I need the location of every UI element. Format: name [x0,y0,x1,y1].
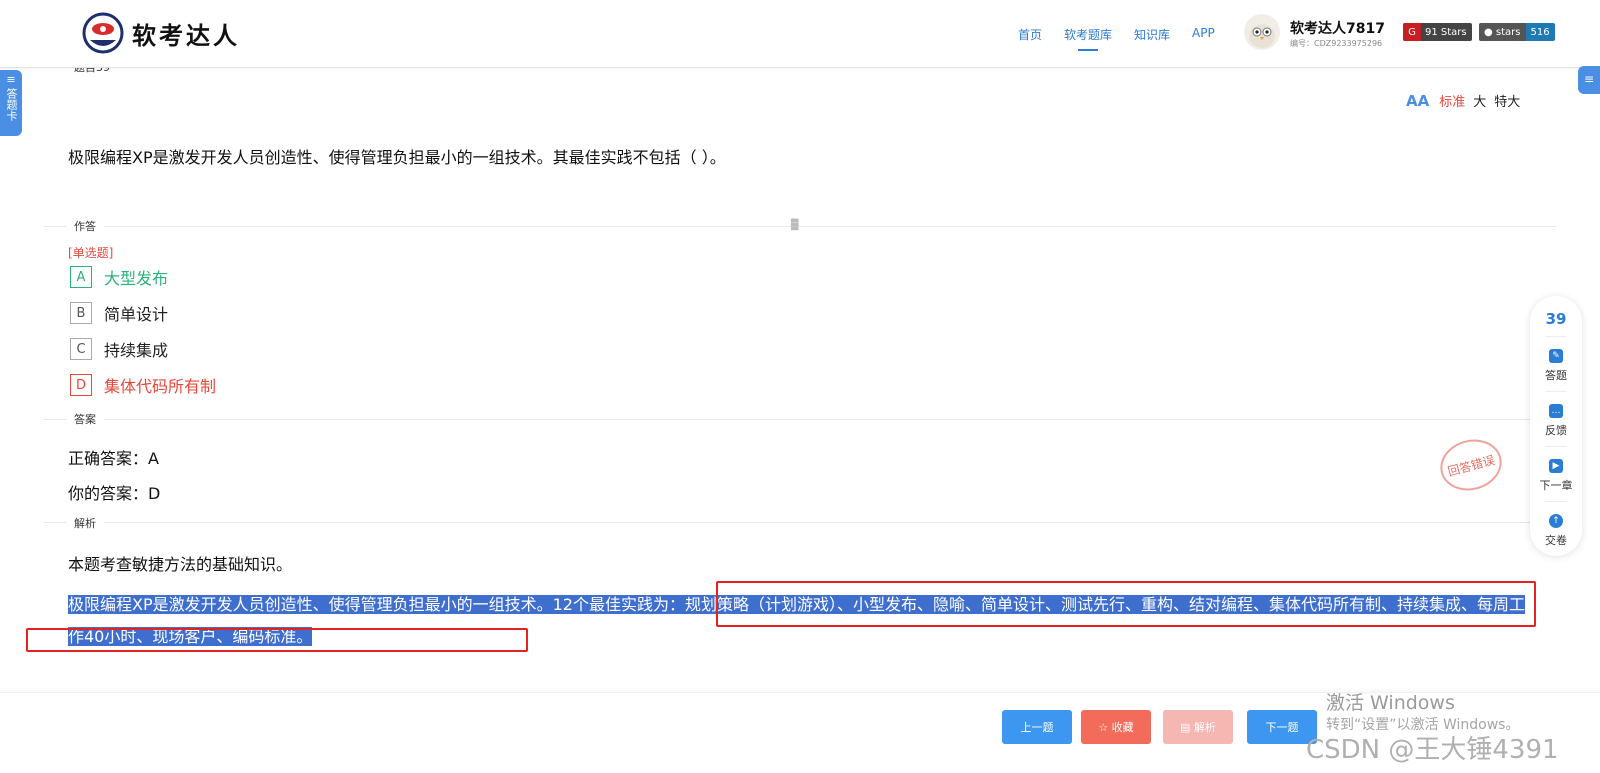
answer-card-tab[interactable]: ≡ 答题卡 [0,70,22,136]
nav-knowledge-base[interactable]: 知识库 [1134,26,1170,43]
correct-answer: 正确答案：A [68,449,159,468]
answer-sheet-button[interactable]: ✎ 答题 [1530,349,1582,383]
current-question-number: 39 [1545,310,1567,328]
option-key: D [70,374,92,396]
option-key: C [70,338,92,360]
gitee-stars-text: 91 Stars [1425,26,1467,38]
option-text: 集体代码所有制 [104,377,217,396]
option-a[interactable]: A 大型发布 [70,265,168,289]
option-text: 大型发布 [104,269,169,288]
logo-text: 软考达人 [132,21,240,50]
font-size-large[interactable]: 大 [1473,91,1486,110]
floating-tool-panel: 39 ✎ 答题 … 反馈 ▶ 下一章 ↑ 交卷 [1530,296,1582,556]
page: 软考达人 首页 软考题库 知识库 APP 软考达人7817 编号：CDZ9233… [0,0,1600,773]
menu-icon: ≡ [6,73,16,86]
menu-icon: ≡ [1583,72,1595,86]
user-name[interactable]: 软考达人7817 [1290,18,1385,38]
font-size-xlarge[interactable]: 特大 [1494,91,1520,110]
github-stars-badge[interactable]: ● stars 516 [1479,23,1555,41]
answer-section-label: 作答 [66,218,104,234]
nav-app[interactable]: APP [1192,26,1215,43]
option-d[interactable]: D 集体代码所有制 [70,373,216,397]
github-icon: ● [1484,26,1496,38]
feedback-button[interactable]: … 反馈 [1530,404,1582,438]
resize-handle-icon[interactable]: ▬ ▬ ▬ [790,216,808,234]
favorite-button[interactable]: ☆ 收藏 [1081,710,1151,744]
answer-sheet-label: 答题 [1545,369,1567,382]
font-size-switcher: AA 标准 大 特大 [1406,91,1528,111]
next-chapter-button[interactable]: ▶ 下一章 [1530,459,1582,493]
font-size-standard[interactable]: 标准 [1439,91,1465,110]
option-b[interactable]: B 简单设计 [70,301,168,325]
nav-question-bank[interactable]: 软考题库 [1064,26,1112,51]
option-key: B [70,302,92,324]
next-chapter-label: 下一章 [1539,479,1573,492]
font-size-icon: AA [1406,91,1430,110]
github-stars-count: 516 [1525,23,1555,41]
option-text: 持续集成 [104,341,169,360]
divider [44,522,1556,523]
option-c[interactable]: C 持续集成 [70,337,168,361]
github-stars-label: ● stars [1479,23,1526,41]
logo-icon [82,12,124,54]
analysis-button[interactable]: ▤ 解析 [1163,710,1233,744]
option-text: 简单设计 [104,305,169,324]
divider [44,419,1556,420]
feedback-label: 反馈 [1545,424,1567,437]
annotation-box-1 [716,581,1536,627]
submit-paper-button[interactable]: ↑ 交卷 [1530,514,1582,548]
main-nav: 首页 软考题库 知识库 APP [1018,26,1237,51]
divider [1545,391,1567,392]
gitee-stars-badge[interactable]: G 91 Stars [1403,23,1472,41]
next-icon: ▶ [1549,459,1563,473]
question-type: [单选题] [68,246,114,260]
divider [1545,336,1567,337]
avatar[interactable] [1244,14,1280,50]
answer-label: 答案 [66,411,104,427]
question-text: 极限编程XP是激发开发人员创造性、使得管理负担最小的一组技术。其最佳实践不包括（… [68,148,726,167]
user-id: 编号：CDZ9233975296 [1290,39,1383,48]
windows-activation-title: 激活 Windows [1326,692,1455,714]
divider [1545,501,1567,502]
divider [1545,446,1567,447]
option-key: A [70,266,92,288]
chat-icon: … [1549,404,1563,418]
prev-question-button[interactable]: 上一题 [1002,710,1072,744]
gitee-icon: G [1403,23,1421,41]
site-logo[interactable]: 软考达人 [82,12,240,54]
wrong-answer-stamp: 回答错误 [1434,432,1508,498]
submit-paper-label: 交卷 [1545,534,1567,547]
pencil-icon: ✎ [1549,349,1563,363]
analysis-intro: 本题考查敏捷方法的基础知识。 [68,555,293,574]
right-menu-tab[interactable]: ≡ [1578,66,1600,94]
answer-card-label: 答题卡 [5,88,18,121]
upload-icon: ↑ [1549,514,1563,528]
annotation-box-2 [26,628,528,652]
owl-avatar-icon [1249,24,1275,48]
top-header: 软考达人 首页 软考题库 知识库 APP 软考达人7817 编号：CDZ9233… [0,0,1600,68]
analysis-label: 解析 [66,515,104,531]
your-answer: 你的答案：D [68,484,161,503]
csdn-watermark: CSDN @王大锤4391 [1306,735,1559,765]
nav-home[interactable]: 首页 [1018,26,1042,43]
